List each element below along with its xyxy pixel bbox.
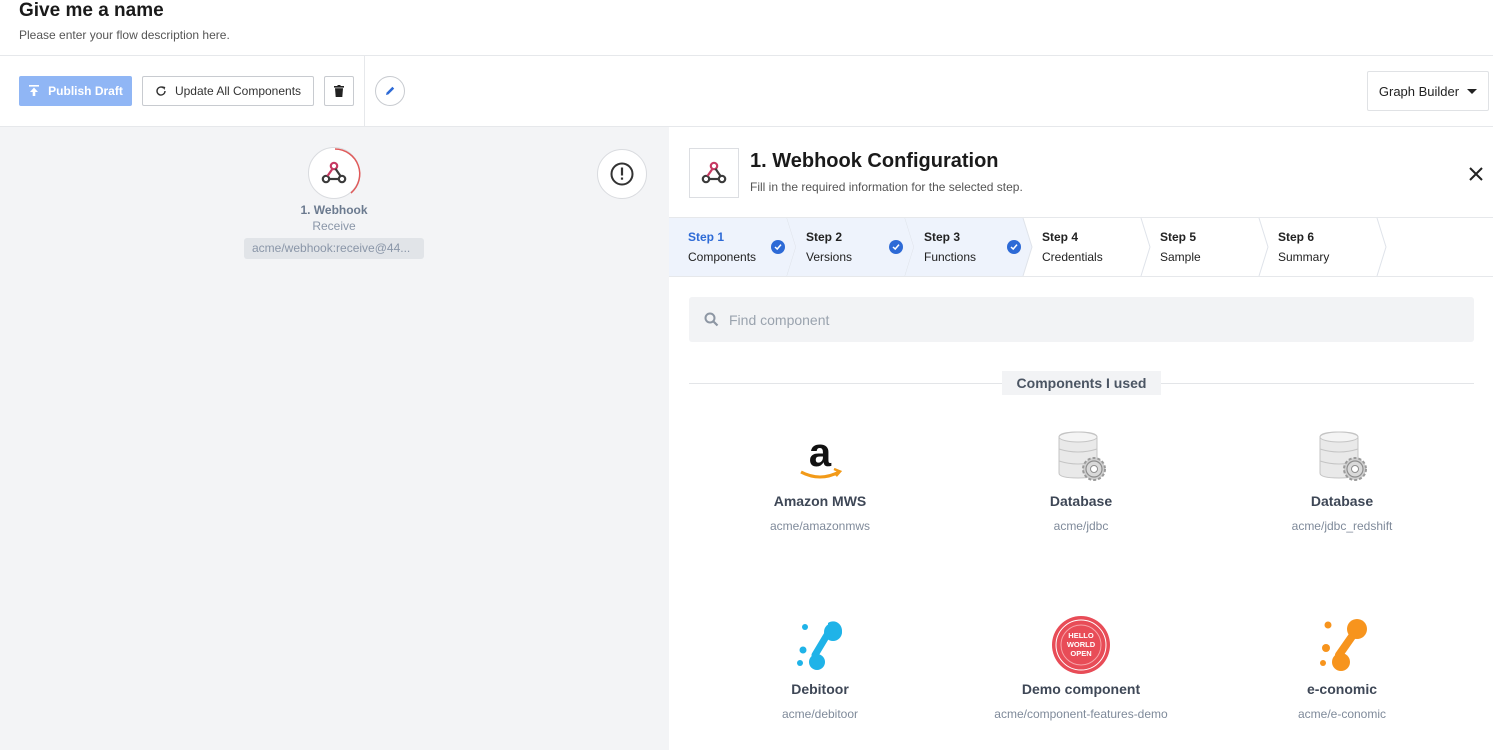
component-card-e-conomic[interactable]: e-conomic acme/e-conomic: [1222, 615, 1462, 725]
step-2-versions[interactable]: Step 2 Versions: [787, 218, 915, 276]
component-name: Database: [1310, 493, 1374, 509]
toolbar: Publish Draft Update All Components Grap…: [0, 56, 1493, 127]
step-6-summary[interactable]: Step 6 Summary: [1259, 218, 1387, 276]
flow-header: Give me a name Please enter your flow de…: [0, 0, 1493, 56]
node-progress-arc: [334, 148, 361, 194]
component-name: e-conomic: [1306, 681, 1377, 697]
toolbar-divider: [364, 56, 365, 127]
graph-builder-label: Graph Builder: [1378, 83, 1460, 99]
component-id: acme/amazonmws: [769, 519, 871, 533]
svg-text:WORLD: WORLD: [1067, 640, 1096, 649]
step-name: Summary: [1278, 250, 1330, 264]
update-all-components-button[interactable]: Update All Components: [142, 76, 314, 106]
graph-builder-dropdown[interactable]: Graph Builder: [1367, 71, 1489, 111]
svg-text:OPEN: OPEN: [1070, 649, 1091, 658]
node-title: 1. Webhook: [300, 203, 368, 217]
delete-button[interactable]: [324, 76, 354, 106]
publish-draft-label: Publish Draft: [48, 84, 123, 98]
panel-webhook-logo: [689, 148, 739, 198]
find-component-input[interactable]: [729, 297, 1459, 342]
component-name: Debitoor: [791, 681, 849, 697]
panel-subtitle: Fill in the required information for the…: [750, 180, 1023, 194]
step-background: [1376, 218, 1387, 276]
node-component-badge: acme/webhook:receive@44...: [244, 238, 424, 259]
webhook-node[interactable]: [308, 147, 361, 199]
component-card-database-jdbc[interactable]: Database acme/jdbc: [961, 427, 1201, 537]
component-search: [689, 297, 1474, 342]
component-name: Database: [1049, 493, 1113, 509]
step-name: Credentials: [1042, 250, 1103, 264]
check-circle-icon: [1007, 240, 1021, 254]
step-background: [1258, 218, 1269, 276]
pencil-icon: [386, 86, 395, 95]
publish-draft-button[interactable]: Publish Draft: [19, 76, 132, 106]
upload-icon: [29, 85, 40, 96]
step-number: Step 4: [1042, 230, 1079, 244]
search-icon: [704, 312, 719, 327]
component-id: acme/e-conomic: [1297, 707, 1387, 721]
app-root: Give me a name Please enter your flow de…: [0, 0, 1493, 750]
component-id: acme/jdbc: [1053, 519, 1109, 533]
update-all-components-label: Update All Components: [174, 84, 302, 98]
step-number: Step 6: [1278, 230, 1315, 244]
hello-world-open-badge-icon: HELLO WORLD OPEN: [1051, 615, 1111, 675]
step-name: Sample: [1160, 250, 1201, 264]
exclamation-circle-icon: [610, 162, 634, 186]
step-number: Step 5: [1160, 230, 1197, 244]
component-name: Demo component: [1021, 681, 1141, 697]
flow-title[interactable]: Give me a name: [19, 0, 164, 22]
step-4-credentials[interactable]: Step 4 Credentials: [1023, 218, 1151, 276]
step-name: Versions: [806, 250, 853, 264]
component-card-amazon-mws[interactable]: a Amazon MWS acme/amazonmws: [700, 427, 940, 537]
database-gear-icon: [1312, 427, 1372, 487]
step-number: Step 2: [806, 230, 843, 244]
webhook-icon: [701, 161, 727, 184]
refresh-icon: [156, 86, 166, 96]
edit-flow-button[interactable]: [375, 76, 405, 106]
panel-title: 1. Webhook Configuration: [750, 150, 999, 172]
component-id: acme/debitoor: [781, 707, 859, 721]
close-icon: [1469, 167, 1483, 181]
component-id: acme/jdbc_redshift: [1291, 519, 1393, 533]
step-name: Components: [688, 250, 757, 264]
component-name: Amazon MWS: [773, 493, 867, 509]
svg-text:HELLO: HELLO: [1068, 631, 1094, 640]
step-5-sample[interactable]: Step 5 Sample: [1141, 218, 1269, 276]
flow-canvas[interactable]: 1. Webhook Receive acme/webhook:receive@…: [0, 127, 669, 750]
components-used-heading: Components I used: [1002, 371, 1161, 395]
node-subtitle: Receive: [312, 219, 356, 233]
step-1-components[interactable]: Step 1 Components: [669, 218, 797, 276]
e-conomic-logo-icon: [1312, 615, 1372, 675]
component-card-demo-component[interactable]: HELLO WORLD OPEN Demo component acme/com…: [961, 615, 1201, 725]
trash-icon: [334, 85, 344, 97]
check-circle-icon: [771, 240, 785, 254]
configuration-panel: 1. Webhook Configuration Fill in the req…: [669, 127, 1493, 750]
step-wizard: Step 1 Components Step 2 Versions Step 3…: [669, 217, 1493, 277]
database-gear-icon: [1051, 427, 1111, 487]
close-panel-button[interactable]: [1465, 163, 1487, 185]
component-card-debitoor[interactable]: Debitoor acme/debitoor: [700, 615, 940, 725]
flow-description[interactable]: Please enter your flow description here.: [19, 28, 230, 42]
component-card-database-redshift[interactable]: Database acme/jdbc_redshift: [1222, 427, 1462, 537]
step-background: [1140, 218, 1151, 276]
amazon-logo-icon: a: [790, 427, 850, 487]
step-name: Functions: [924, 250, 977, 264]
step-number: Step 1: [688, 230, 725, 244]
svg-text:a: a: [809, 432, 832, 475]
step-3-functions[interactable]: Step 3 Functions: [905, 218, 1033, 276]
component-id: acme/component-features-demo: [994, 707, 1168, 721]
warning-button[interactable]: [597, 149, 647, 199]
debitoor-logo-icon: [790, 615, 850, 675]
check-circle-icon: [889, 240, 903, 254]
step-number: Step 3: [924, 230, 961, 244]
caret-down-icon: [1467, 88, 1478, 94]
